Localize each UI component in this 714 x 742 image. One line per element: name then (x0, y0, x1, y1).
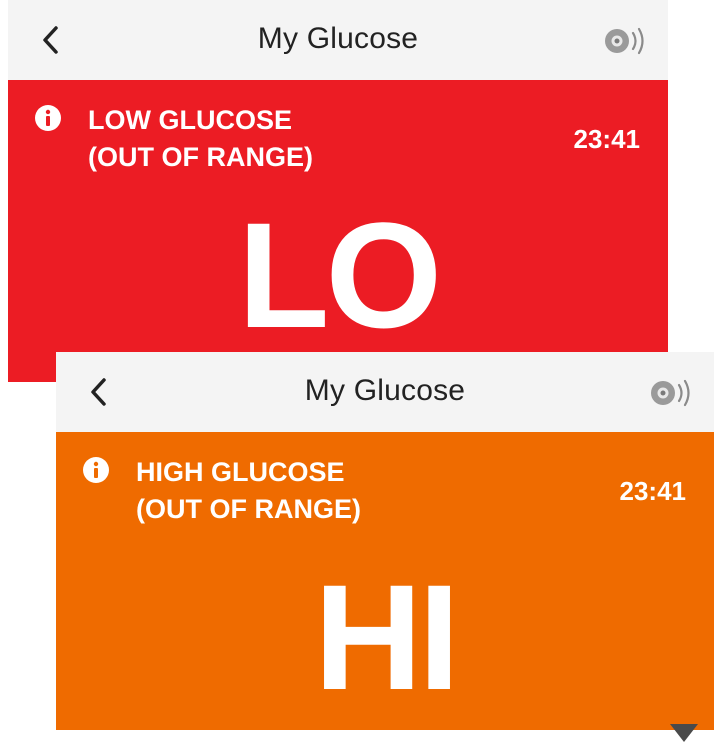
glucose-reading: HI (314, 553, 460, 721)
alert-label: LOW GLUCOSE (OUT OF RANGE) (88, 102, 313, 176)
alert-time: 23:41 (573, 124, 641, 154)
glucose-reading: LO (237, 191, 442, 359)
alert-time: 23:41 (619, 476, 687, 506)
page-title: My Glucose (257, 22, 419, 55)
sound-button[interactable] (600, 24, 652, 58)
high-glucose-alert: HIGH GLUCOSE (OUT OF RANGE) 23:41 HI (56, 432, 714, 730)
app-header: My Glucose (56, 352, 714, 433)
callout-pointer (670, 724, 698, 742)
low-glucose-alert: LOW GLUCOSE (OUT OF RANGE) 23:41 LO (8, 80, 668, 382)
alert-label-line2: (OUT OF RANGE) (88, 142, 313, 172)
speaker-icon (605, 27, 644, 55)
low-glucose-screen: My Glucose LOW GLUCOSE (OUT OF RANGE) 23… (8, 0, 668, 382)
alert-label-line1: HIGH GLUCOSE (136, 457, 345, 487)
info-icon (35, 105, 61, 131)
high-glucose-screen: My Glucose HIGH GLUCOSE (OUT OF RANGE) 2… (56, 352, 714, 730)
page-title: My Glucose (304, 374, 466, 407)
alert-label: HIGH GLUCOSE (OUT OF RANGE) (136, 454, 361, 528)
speaker-icon (651, 379, 690, 407)
info-icon (83, 457, 109, 483)
alert-label-line1: LOW GLUCOSE (88, 105, 292, 135)
app-header: My Glucose (8, 0, 668, 81)
sound-button[interactable] (646, 376, 698, 410)
alert-label-line2: (OUT OF RANGE) (136, 494, 361, 524)
